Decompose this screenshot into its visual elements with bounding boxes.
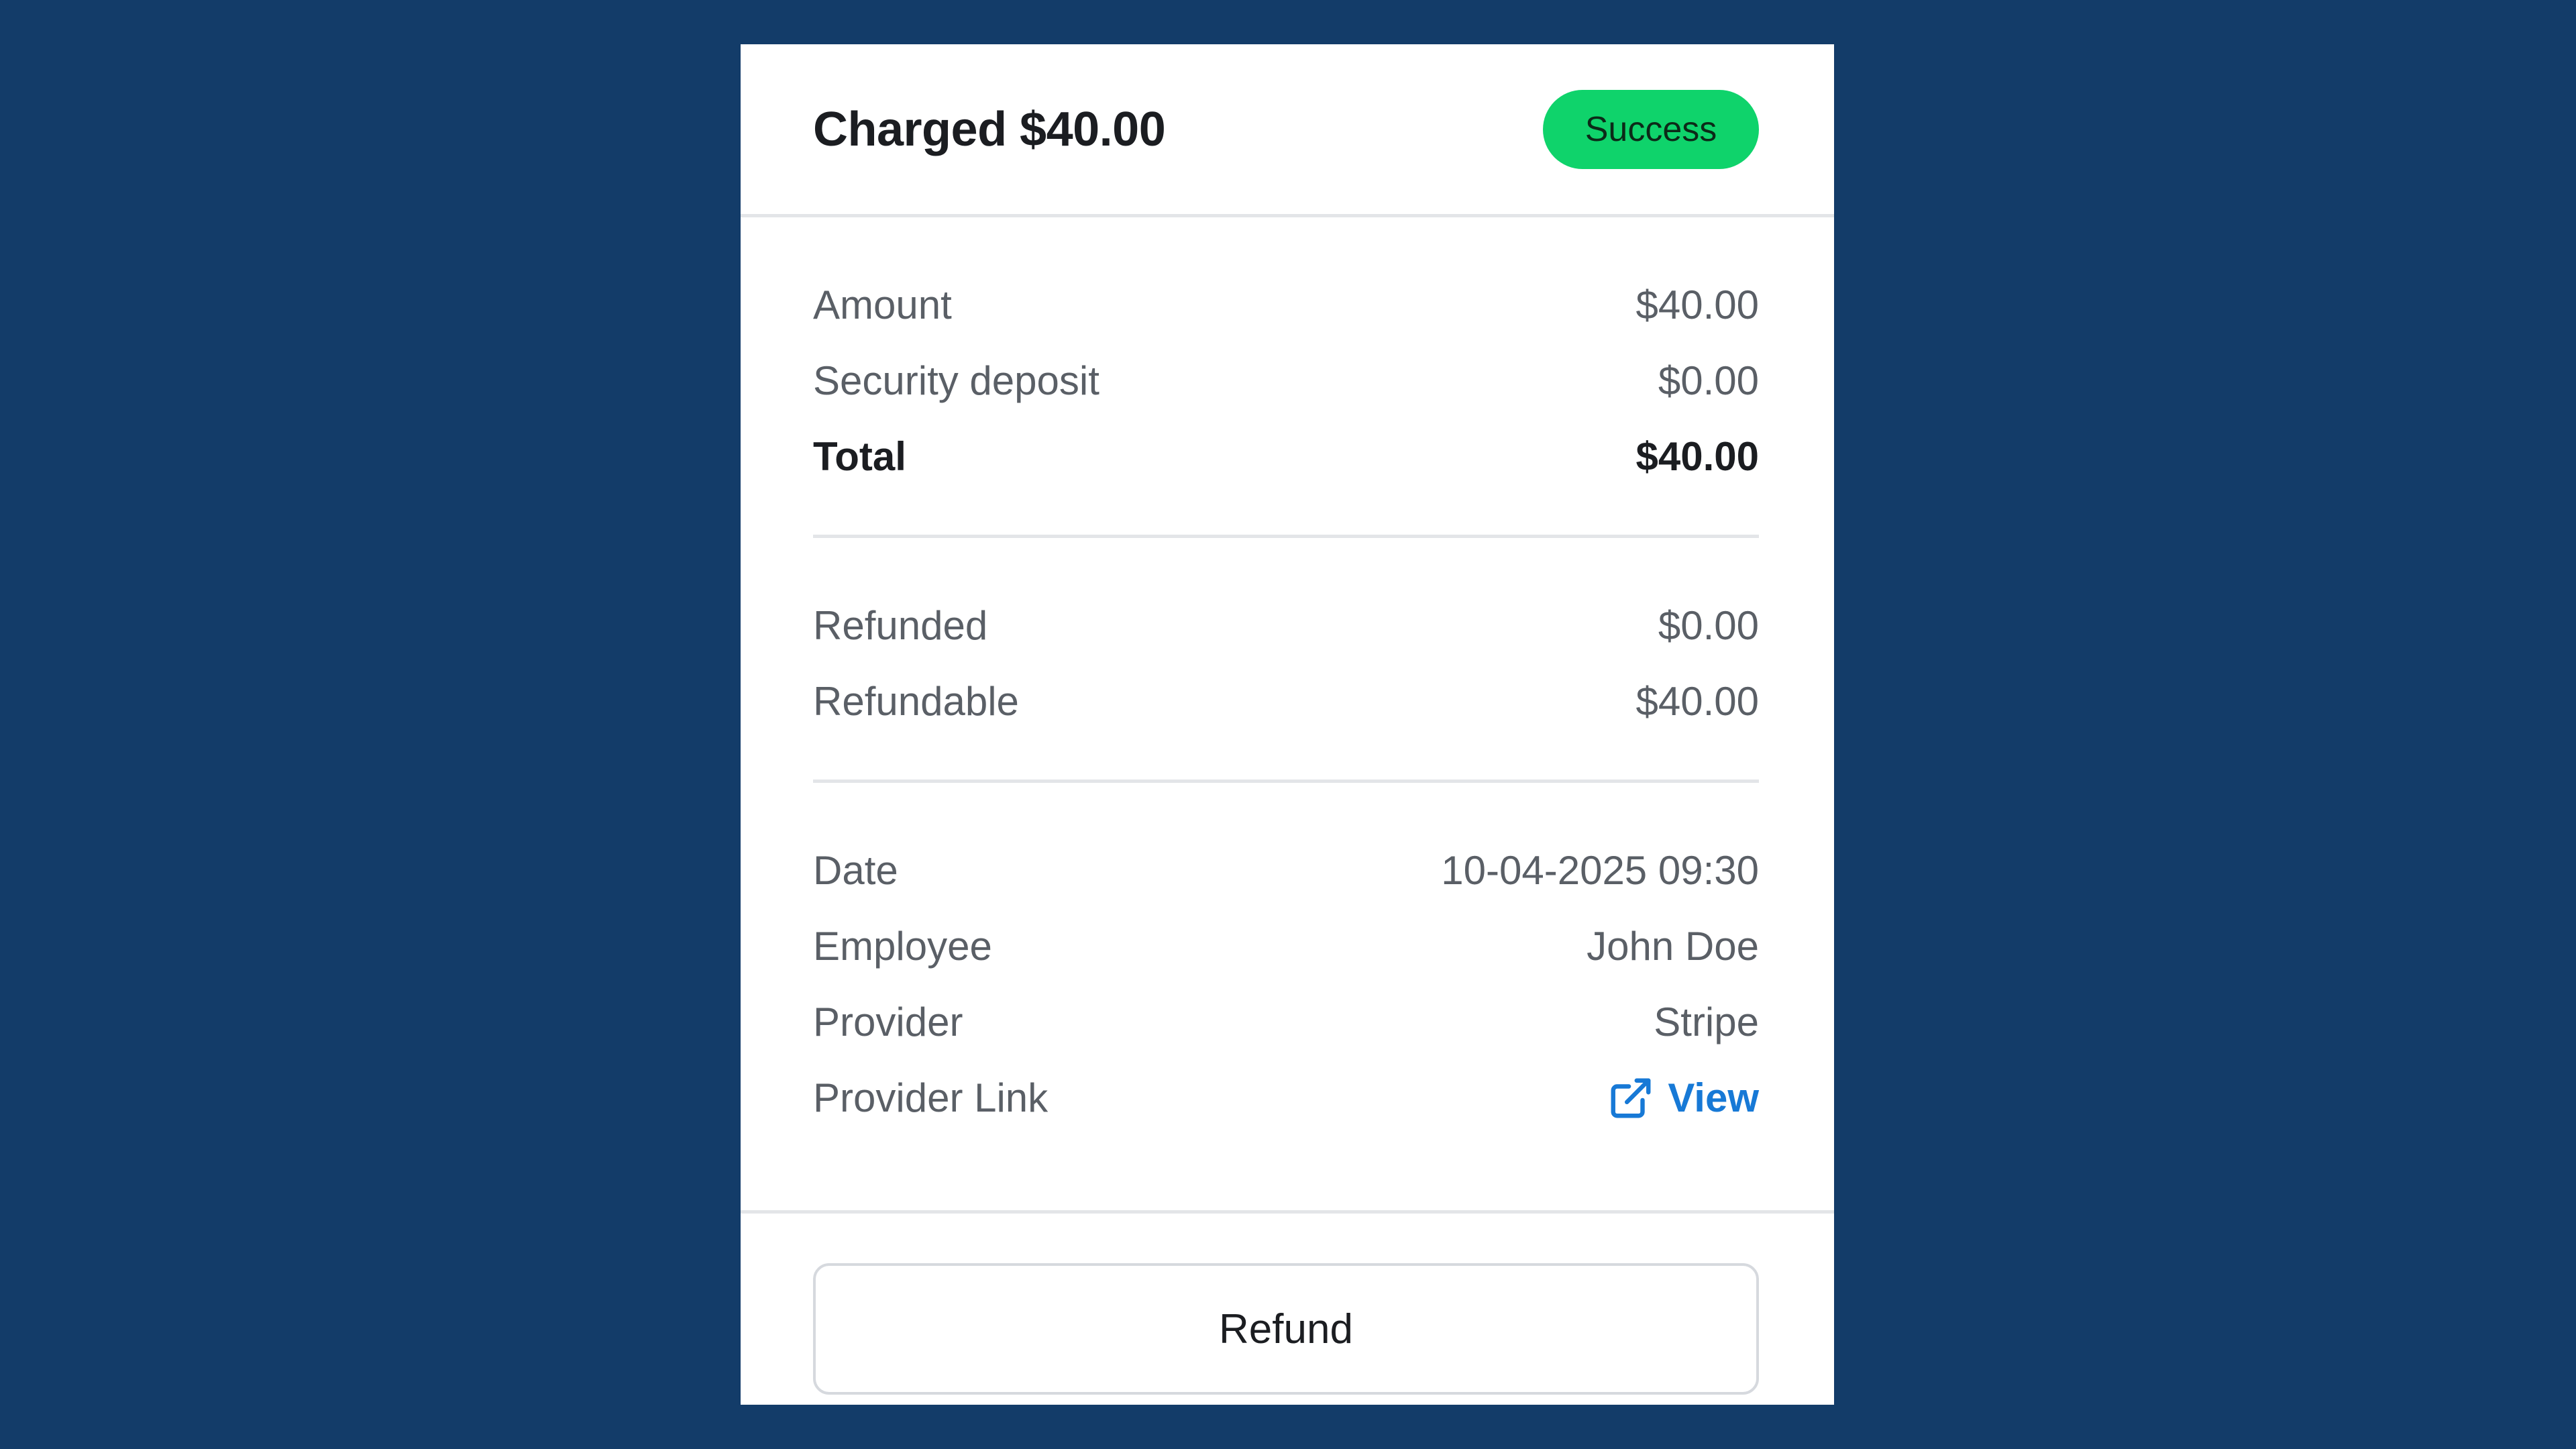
date-label: Date xyxy=(813,848,898,893)
total-label: Total xyxy=(813,434,906,479)
provider-link-row: Provider Link View xyxy=(813,1060,1759,1136)
card-header: Charged $40.00 Success xyxy=(741,44,1834,217)
refunded-label: Refunded xyxy=(813,603,988,648)
employee-label: Employee xyxy=(813,924,992,969)
charge-details-card: Charged $40.00 Success Amount $40.00 Sec… xyxy=(741,44,1834,1405)
refundable-label: Refundable xyxy=(813,679,1019,724)
amount-value: $40.00 xyxy=(1635,282,1759,327)
provider-view-link[interactable]: View xyxy=(1607,1075,1759,1122)
amount-label: Amount xyxy=(813,282,952,327)
refunded-row: Refunded $0.00 xyxy=(813,588,1759,663)
total-value: $40.00 xyxy=(1635,434,1759,479)
provider-row: Provider Stripe xyxy=(813,984,1759,1060)
date-row: Date 10-04-2025 09:30 xyxy=(813,833,1759,908)
security-deposit-label: Security deposit xyxy=(813,358,1099,403)
external-link-icon xyxy=(1611,1078,1651,1118)
details-section: Date 10-04-2025 09:30 Employee John Doe … xyxy=(813,783,1759,1169)
provider-view-link-label: View xyxy=(1668,1075,1759,1120)
refund-button[interactable]: Refund xyxy=(813,1263,1759,1395)
card-body: Amount $40.00 Security deposit $0.00 Tot… xyxy=(741,217,1834,1169)
status-badge: Success xyxy=(1543,89,1759,169)
summary-section: Amount $40.00 Security deposit $0.00 Tot… xyxy=(813,217,1759,538)
provider-link-label: Provider Link xyxy=(813,1075,1049,1120)
employee-value: John Doe xyxy=(1587,924,1759,969)
total-row: Total $40.00 xyxy=(813,419,1759,494)
refunded-value: $0.00 xyxy=(1658,603,1759,648)
date-value: 10-04-2025 09:30 xyxy=(1441,848,1759,893)
charge-title: Charged $40.00 xyxy=(813,102,1166,156)
refundable-value: $40.00 xyxy=(1635,679,1759,724)
employee-row: Employee John Doe xyxy=(813,908,1759,984)
security-deposit-row: Security deposit $0.00 xyxy=(813,343,1759,419)
card-footer: Refund xyxy=(741,1210,1834,1395)
amount-row: Amount $40.00 xyxy=(813,267,1759,343)
security-deposit-value: $0.00 xyxy=(1658,358,1759,403)
refund-section: Refunded $0.00 Refundable $40.00 xyxy=(813,538,1759,783)
provider-label: Provider xyxy=(813,1000,963,1044)
provider-value: Stripe xyxy=(1654,1000,1759,1044)
refundable-row: Refundable $40.00 xyxy=(813,663,1759,739)
